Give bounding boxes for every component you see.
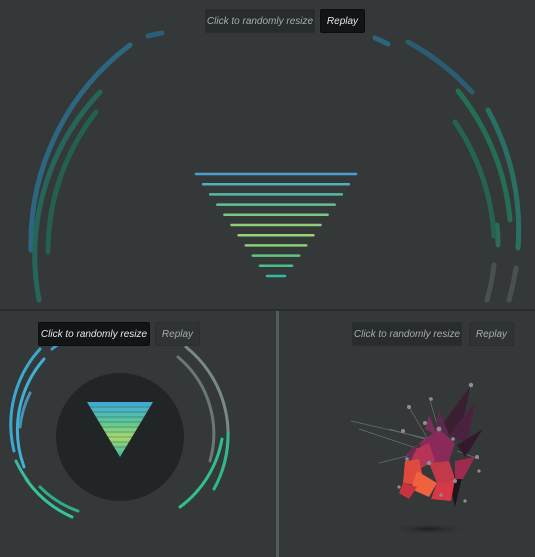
bottom-left-animation-panel: Click to randomly resize Replay (0, 311, 276, 557)
top-ring-arc (28, 42, 133, 253)
resize-button[interactable]: Click to randomly resize (205, 9, 315, 33)
resize-button[interactable]: Click to randomly resize (352, 322, 462, 346)
replay-button[interactable]: Replay (320, 9, 365, 33)
top-ring-arc (405, 39, 475, 95)
replay-button[interactable]: Replay (469, 322, 514, 346)
crystal-graphic (350, 382, 483, 535)
ring-arc (24, 477, 74, 519)
top-ring-arc (494, 222, 501, 248)
top-rings-graphic (28, 30, 522, 303)
crystal-shadow (387, 523, 471, 535)
bottom-left-rings-graphic (9, 335, 230, 519)
crystal-shard (429, 461, 455, 483)
crystal-shard (455, 457, 475, 479)
ring-arc (178, 437, 224, 509)
top-ring-arc (484, 262, 497, 303)
top-ring-arc (506, 265, 519, 303)
resize-button[interactable]: Click to randomly resize (38, 322, 150, 346)
top-ring-arc (145, 30, 165, 39)
ring-arc (184, 345, 230, 473)
top-ring-arc (372, 35, 391, 47)
top-animation-panel: Click to randomly resize Replay (0, 0, 535, 309)
bottom-right-animation-panel: Click to randomly resize Replay (279, 311, 535, 557)
top-ring-arc (455, 88, 513, 223)
replay-button[interactable]: Replay (155, 322, 200, 346)
